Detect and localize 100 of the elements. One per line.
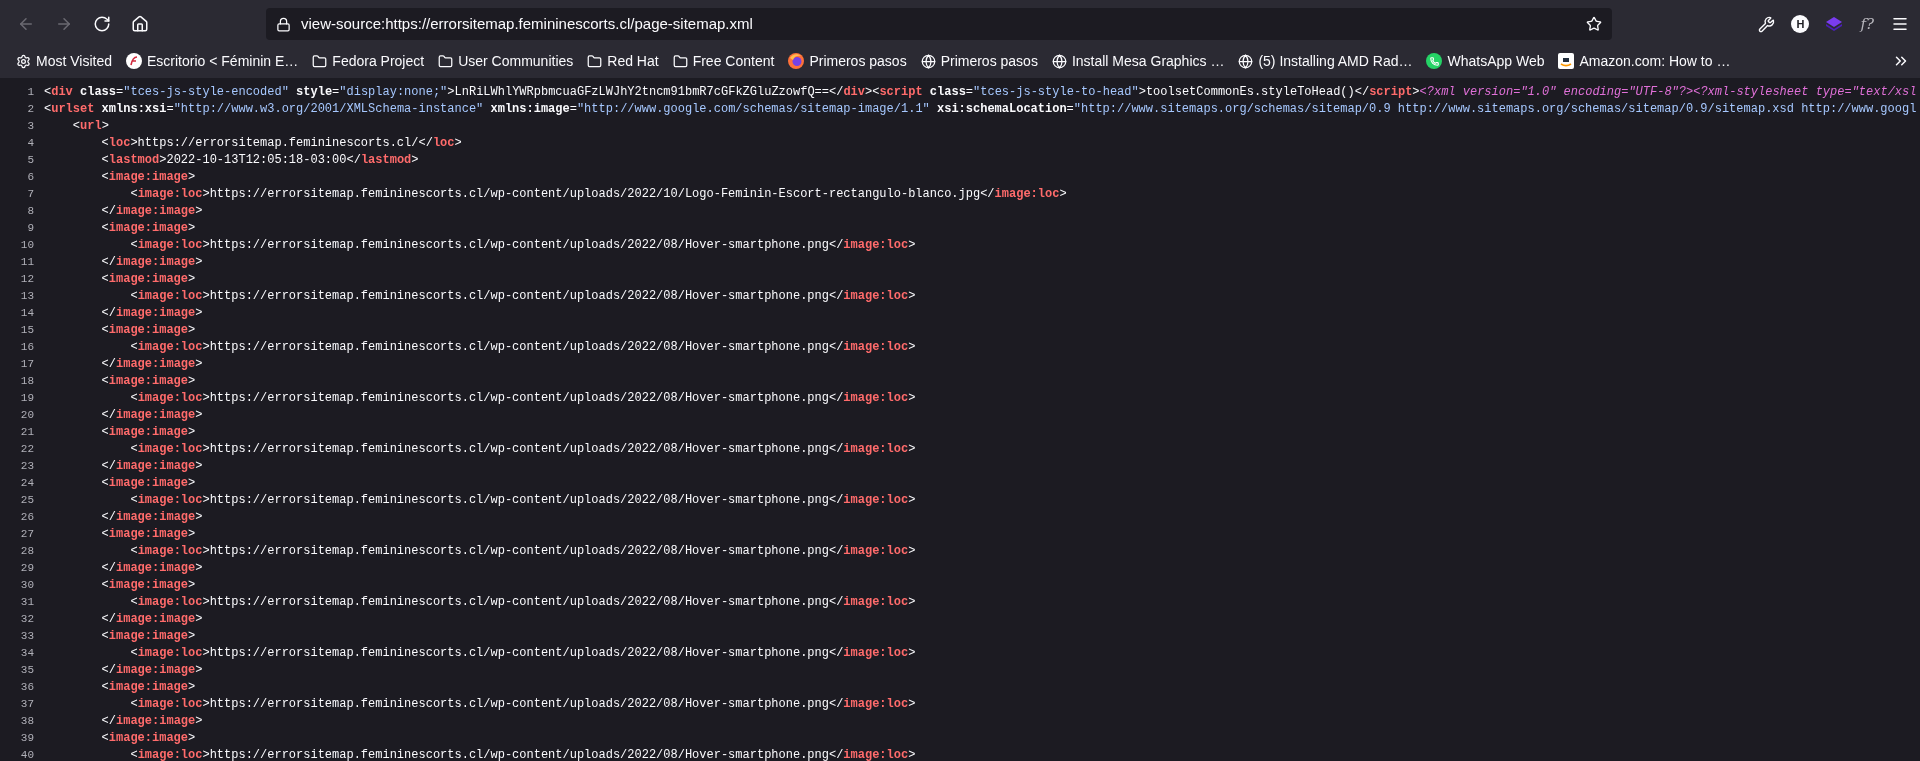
bookmark-item[interactable]: Amazon.com: How to …	[1554, 49, 1735, 73]
line-number: 15	[19, 323, 34, 339]
code-line: <image:image>	[100, 475, 196, 492]
code-line: <image:loc>https://errorsitemap.femininescorts.cl/wp-content/uploads/2022/08/Hover-smartphone.png</image:loc>	[129, 237, 916, 254]
line-number: 29	[19, 561, 34, 577]
code-line: <image:loc>https://errorsitemap.femininescorts.cl/wp-content/uploads/2022/10/Logo-Feminin-Escort-rectangulo-blanco.jpg</image:loc>	[129, 186, 1067, 203]
code-line: <image:image>	[100, 628, 196, 645]
reload-icon	[93, 15, 111, 33]
url-text: view-source:https://errorsitemap.femininescorts.cl/page-sitemap.xml	[301, 13, 754, 34]
line-number: 38	[19, 714, 34, 730]
line-number: 5	[26, 153, 34, 169]
code-line: </image:image>	[100, 662, 203, 679]
code-line: <image:image>	[100, 271, 196, 288]
line-number: 37	[19, 697, 34, 713]
code-line: <image:loc>https://errorsitemap.femininescorts.cl/wp-content/uploads/2022/08/Hover-smartphone.png</image:loc>	[129, 645, 916, 662]
line-number: 11	[19, 255, 34, 271]
code-line: <loc>https://errorsitemap.femininescorts.cl/</loc>	[100, 135, 462, 152]
bookmark-star-icon[interactable]	[1586, 16, 1602, 32]
code-line: </image:image>	[100, 203, 203, 220]
arrow-right-icon	[55, 15, 73, 33]
line-number: 31	[19, 595, 34, 611]
line-number: 27	[19, 527, 34, 543]
line-number: 16	[19, 340, 34, 356]
code-line: <image:loc>https://errorsitemap.femininescorts.cl/wp-content/uploads/2022/08/Hover-smartphone.png</image:loc>	[129, 594, 916, 611]
code-line: <lastmod>2022-10-13T12:05:18-03:00</lastmod>	[100, 152, 419, 169]
code-line: <image:image>	[100, 424, 196, 441]
globe-icon	[1238, 53, 1254, 69]
code-line: <image:loc>https://errorsitemap.femininescorts.cl/wp-content/uploads/2022/08/Hover-smartphone.png</image:loc>	[129, 543, 916, 560]
code-line: <image:image>	[100, 373, 196, 390]
code-line: <image:image>	[100, 526, 196, 543]
code-line: <image:loc>https://errorsitemap.femininescorts.cl/wp-content/uploads/2022/08/Hover-smartphone.png</image:loc>	[129, 390, 916, 407]
line-number: 34	[19, 646, 34, 662]
line-number: 7	[26, 187, 34, 203]
folder-icon	[312, 53, 328, 69]
address-bar[interactable]: view-source:https://errorsitemap.femininescorts.cl/page-sitemap.xml	[266, 8, 1612, 40]
line-number: 21	[19, 425, 34, 441]
store-logo-icon	[1558, 53, 1575, 69]
line-number: 3	[26, 119, 34, 135]
globe-icon	[1051, 53, 1067, 69]
code-line: <div class="tces-js-style-encoded" style="display:none;">LnRiLWhlYWRpbmcuaGFzLWJhY2tncm91bmR7cGFkZGluZzowfQ==</div><script class="tces-js-style-to-head">toolsetCommonEs.styleToHead()</script><?xml version="1.0" encoding="UTF-8"?><?xml-stylesheet type="text/xsl	[44, 84, 1917, 101]
line-number: 10	[19, 238, 34, 254]
bookmark-item[interactable]: Most Visited	[12, 49, 116, 73]
gear-icon	[16, 53, 31, 69]
code-line: </image:image>	[100, 611, 203, 628]
line-number: 30	[19, 578, 34, 594]
bookmark-item[interactable]: Install Mesa Graphics …	[1047, 49, 1229, 73]
extension-button[interactable]: H	[1791, 15, 1810, 33]
line-number: 20	[19, 408, 34, 424]
code-line: <image:loc>https://errorsitemap.femininescorts.cl/wp-content/uploads/2022/08/Hover-smartphone.png</image:loc>	[129, 696, 916, 713]
line-number: 6	[26, 170, 34, 186]
bookmark-item[interactable]: (5) Installing AMD Rad…	[1234, 49, 1417, 73]
line-number: 26	[19, 510, 34, 526]
line-number: 13	[19, 289, 34, 305]
folder-icon	[672, 53, 688, 69]
line-number: 35	[19, 663, 34, 679]
code-line: <image:image>	[100, 577, 196, 594]
code-line: <image:loc>https://errorsitemap.femininescorts.cl/wp-content/uploads/2022/08/Hover-smartphone.png</image:loc>	[129, 339, 916, 356]
line-number: 32	[19, 612, 34, 628]
code-line: </image:image>	[100, 509, 203, 526]
bookmark-item[interactable]: User Communities	[434, 49, 578, 73]
line-number: 9	[26, 221, 34, 237]
line-number: 33	[19, 629, 34, 645]
folder-icon	[587, 53, 603, 69]
browser-logo-icon	[788, 53, 805, 69]
code-line: </image:image>	[100, 560, 203, 577]
code-line: <image:image>	[100, 730, 196, 747]
line-number: 39	[19, 731, 34, 747]
line-number: 28	[19, 544, 34, 560]
code-line: <image:image>	[100, 679, 196, 696]
lock-icon	[276, 16, 291, 32]
code-line: <url>	[71, 118, 109, 135]
bookmark-item[interactable]: Free Content	[668, 49, 779, 73]
bookmark-item[interactable]: Escritorio < Féminin E…	[122, 49, 303, 73]
line-number: 14	[19, 306, 34, 322]
line-number: 4	[26, 136, 34, 152]
code-line: </image:image>	[100, 254, 203, 271]
home-icon	[131, 15, 149, 33]
code-line: </image:image>	[100, 713, 203, 730]
line-number: 8	[26, 204, 34, 220]
code-line: <image:loc>https://errorsitemap.femininescorts.cl/wp-content/uploads/2022/08/Hover-smartphone.png</image:loc>	[129, 747, 916, 761]
code-line: </image:image>	[100, 356, 203, 373]
bookmark-item[interactable]: Primeros pasos	[916, 49, 1042, 73]
code-line: </image:image>	[100, 305, 203, 322]
code-line: <image:loc>https://errorsitemap.femininescorts.cl/wp-content/uploads/2022/08/Hover-smartphone.png</image:loc>	[129, 492, 916, 509]
bookmark-item[interactable]: Fedora Project	[308, 49, 429, 73]
bookmark-item[interactable]: Primeros pasos	[784, 49, 911, 73]
line-number: 22	[19, 442, 34, 458]
code-line: </image:image>	[100, 407, 203, 424]
bookmark-item[interactable]: WhatsApp Web	[1422, 49, 1549, 73]
extension-button[interactable]: f?	[1852, 8, 1882, 40]
code-line: </image:image>	[100, 458, 203, 475]
code-line: <image:image>	[100, 322, 196, 339]
line-number: 18	[19, 374, 34, 390]
line-number: 36	[19, 680, 34, 696]
line-number: 23	[19, 459, 34, 475]
chat-logo-icon	[1426, 53, 1443, 69]
bookmark-item[interactable]: Red Hat	[583, 49, 663, 73]
logo-icon	[126, 53, 142, 69]
globe-icon	[920, 53, 936, 69]
line-number: 17	[19, 357, 34, 373]
